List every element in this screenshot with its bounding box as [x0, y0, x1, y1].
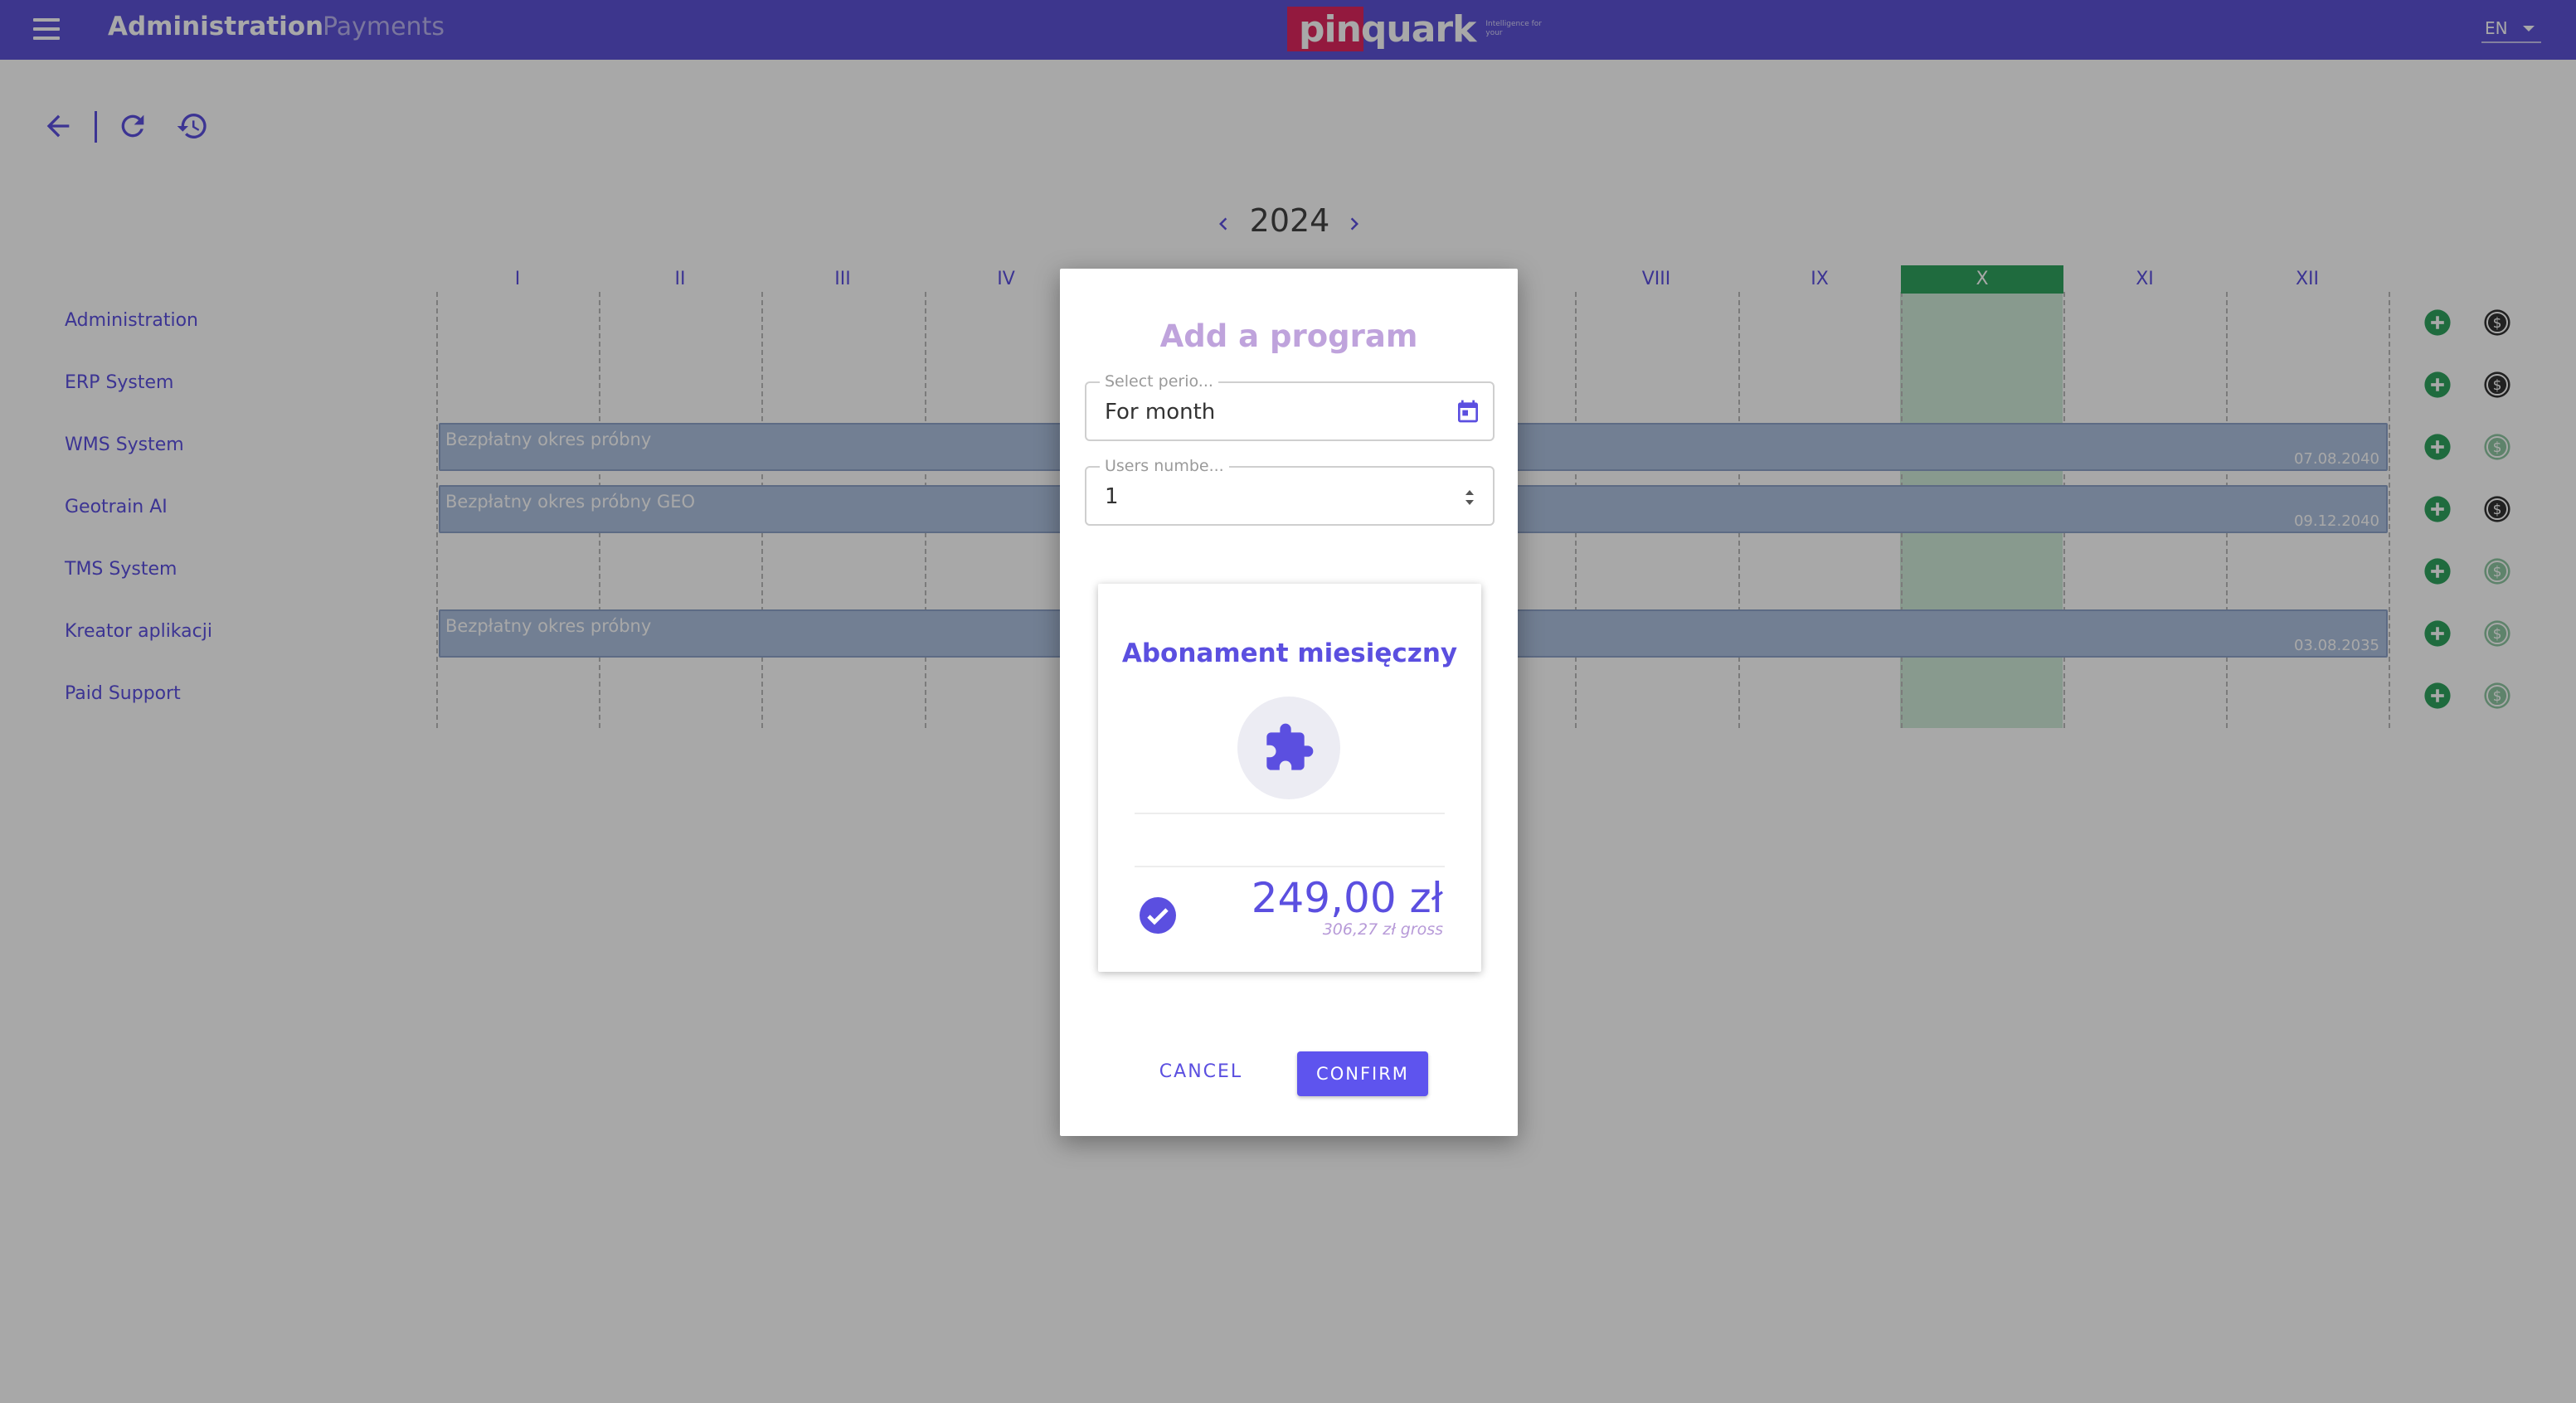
number-stepper-icon[interactable]	[1463, 486, 1476, 509]
plan-price: 249,00 zł	[1251, 874, 1443, 922]
users-value: 1	[1105, 484, 1119, 509]
period-label: Select perio...	[1100, 372, 1218, 391]
period-value: For month	[1105, 400, 1216, 425]
plan-gross-price: 306,27 zł gross	[1322, 920, 1443, 939]
plan-name: Abonament miesięczny	[1121, 638, 1458, 668]
users-number-field[interactable]: Users numbe... 1	[1085, 457, 1495, 526]
add-program-dialog: Add a program Select perio... For month …	[1060, 269, 1518, 1136]
plan-divider	[1135, 866, 1445, 867]
puzzle-icon	[1266, 723, 1314, 770]
check-circle-icon[interactable]	[1138, 896, 1178, 935]
plan-card[interactable]: Abonament miesięczny 249,00 zł 306,27 zł…	[1098, 584, 1481, 972]
calendar-icon[interactable]	[1455, 398, 1481, 425]
period-select[interactable]: Select perio... For month	[1085, 372, 1495, 441]
confirm-button[interactable]: CONFIRM	[1297, 1051, 1428, 1096]
users-label: Users numbe...	[1100, 457, 1229, 475]
plan-divider	[1135, 813, 1445, 814]
cancel-button[interactable]: CANCEL	[1151, 1055, 1251, 1090]
plan-icon-circle	[1237, 697, 1340, 799]
dialog-title: Add a program	[1159, 318, 1418, 354]
